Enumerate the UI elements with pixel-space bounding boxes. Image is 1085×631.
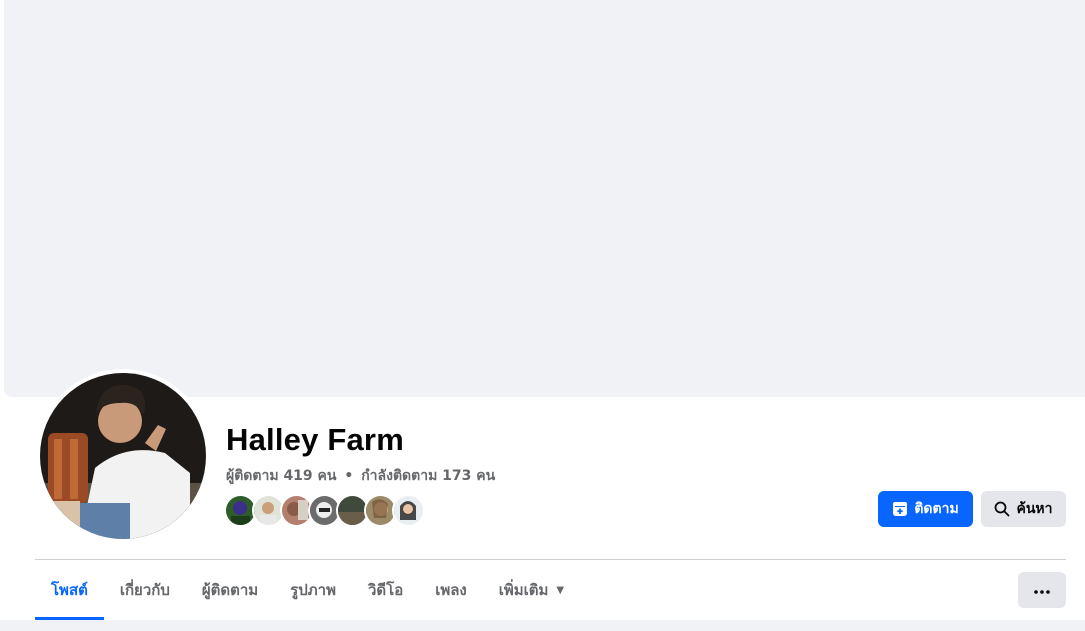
tab-label: ผู้ติดตาม	[201, 581, 259, 599]
follower-avatar[interactable]	[392, 494, 425, 527]
follower-avatars	[224, 494, 425, 527]
page-title: Halley Farm	[226, 422, 404, 457]
stats-separator: •	[344, 468, 354, 484]
tab-posts[interactable]: โพสต์	[35, 560, 104, 620]
profile-avatar[interactable]	[36, 369, 210, 543]
cover-photo[interactable]	[4, 0, 1085, 397]
more-horizontal-icon	[1034, 581, 1050, 599]
caret-down-icon: ▼	[556, 584, 565, 596]
following-link[interactable]: กำลังติดตาม 173 คน	[361, 468, 495, 484]
profile-page: Halley Farm ผู้ติดตาม 419 คน • กำลังติดต…	[0, 0, 1085, 631]
tab-label: เกี่ยวกับ	[119, 581, 170, 599]
tab-label: วิดีโอ	[367, 581, 404, 599]
search-icon	[994, 501, 1010, 517]
follow-button[interactable]: ติดตาม	[878, 491, 973, 527]
follow-stats: ผู้ติดตาม 419 คน • กำลังติดตาม 173 คน	[226, 465, 495, 487]
followers-link[interactable]: ผู้ติดตาม 419 คน	[226, 468, 336, 484]
search-button[interactable]: ค้นหา	[981, 491, 1066, 527]
search-button-label: ค้นหา	[1016, 501, 1053, 517]
tab-photos[interactable]: รูปภาพ	[274, 560, 352, 620]
tab-label: เพิ่มเติม	[498, 581, 549, 599]
follow-button-label: ติดตาม	[914, 501, 959, 517]
tab-label: เพลง	[435, 581, 467, 599]
tab-label: รูปภาพ	[290, 581, 336, 599]
add-follow-icon	[892, 501, 908, 517]
tab-about[interactable]: เกี่ยวกับ	[104, 560, 186, 620]
tab-followers[interactable]: ผู้ติดตาม	[186, 560, 274, 620]
tab-label: โพสต์	[51, 581, 88, 599]
more-options-button[interactable]	[1018, 572, 1066, 608]
tab-videos[interactable]: วิดีโอ	[352, 560, 419, 620]
profile-tabs: โพสต์ เกี่ยวกับ ผู้ติดตาม รูปภาพ วิดีโอ …	[35, 560, 580, 620]
tab-music[interactable]: เพลง	[419, 560, 483, 620]
tab-more[interactable]: เพิ่มเติม ▼	[483, 560, 580, 620]
feed-background	[0, 620, 1085, 631]
profile-photo	[40, 373, 206, 539]
